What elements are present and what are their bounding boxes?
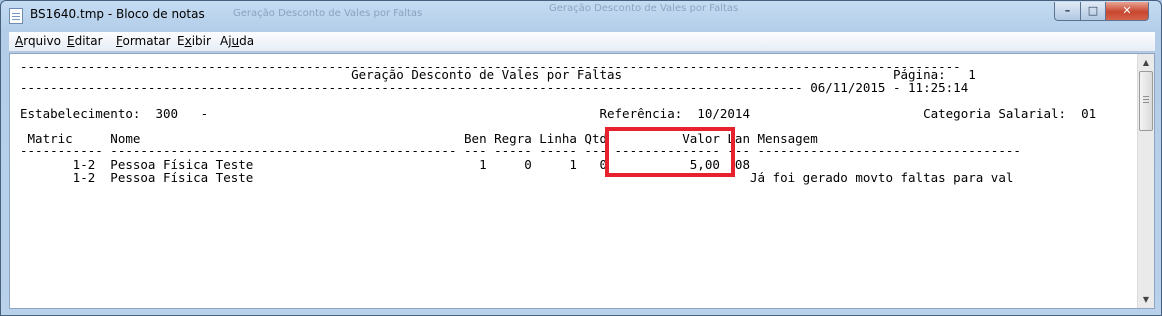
menu-arquivo-accel: A [15, 34, 24, 48]
valor-highlight-box [605, 127, 735, 177]
menu-editar-accel: E [67, 34, 75, 48]
notepad-window: BS1640.tmp - Bloco de notas Geração Desc… [0, 0, 1162, 316]
minimize-button[interactable]: – [1054, 2, 1081, 21]
menu-exibir[interactable]: Exibir [177, 34, 211, 48]
text-editor[interactable]: ----------------------------------------… [9, 53, 1155, 309]
menu-exibir-pre: E [177, 34, 185, 48]
menu-ajuda-pre: Aj [220, 34, 232, 48]
menu-arquivo-rest: rquivo [23, 34, 61, 48]
report-date-line: ----------------------------------------… [20, 82, 969, 95]
menu-formatar-rest: ormatar [122, 34, 171, 48]
close-icon: ✕ [1122, 4, 1132, 17]
title-bar[interactable]: BS1640.tmp - Bloco de notas Geração Desc… [1, 1, 1161, 31]
vertical-scrollbar[interactable]: ▲ ▼ [1137, 54, 1154, 308]
menu-editar-rest: ditar [74, 34, 103, 48]
menu-exibir-accel: x [184, 34, 192, 48]
scroll-thumb[interactable] [1139, 71, 1153, 131]
report-title-line: Geração Desconto de Vales por Faltas Pág… [20, 69, 976, 82]
menu-ajuda[interactable]: Ajuda [220, 34, 254, 48]
menu-ajuda-rest: da [239, 34, 255, 48]
close-button[interactable]: ✕ [1105, 2, 1149, 21]
menu-bar: Arquivo Editar Formatar Exibir Ajuda [9, 32, 1155, 52]
background-window-title: Geração Desconto de Vales por Faltas [233, 8, 423, 19]
window-title: BS1640.tmp - Bloco de notas [30, 7, 205, 21]
minimize-icon: – [1064, 4, 1071, 17]
scroll-up-icon[interactable]: ▲ [1138, 54, 1154, 71]
establishment-line: Estabelecimento: 300 - Referência: 10/20… [20, 108, 1097, 121]
notepad-icon[interactable] [9, 8, 23, 24]
menu-exibir-rest: ibir [191, 34, 211, 48]
maximize-button[interactable]: □ [1080, 2, 1106, 21]
scroll-down-icon[interactable]: ▼ [1138, 291, 1154, 308]
dash-line-header: ----------- ----------------------------… [20, 145, 1021, 158]
table-row: 1-2 Pessoa Física Teste Já foi gerado mo… [20, 172, 1014, 185]
maximize-icon: □ [1087, 4, 1099, 17]
menu-formatar[interactable]: Formatar [116, 34, 171, 48]
background-app-title: Geração Desconto de Vales por Faltas [549, 3, 739, 14]
report-text[interactable]: ----------------------------------------… [20, 56, 1130, 306]
table-row: 1-2 Pessoa Física Teste 1 0 1 0 5,00 08 [20, 159, 750, 172]
menu-arquivo[interactable]: Arquivo [15, 34, 61, 48]
menu-editar[interactable]: Editar [67, 34, 103, 48]
menu-ajuda-accel: u [231, 34, 240, 48]
